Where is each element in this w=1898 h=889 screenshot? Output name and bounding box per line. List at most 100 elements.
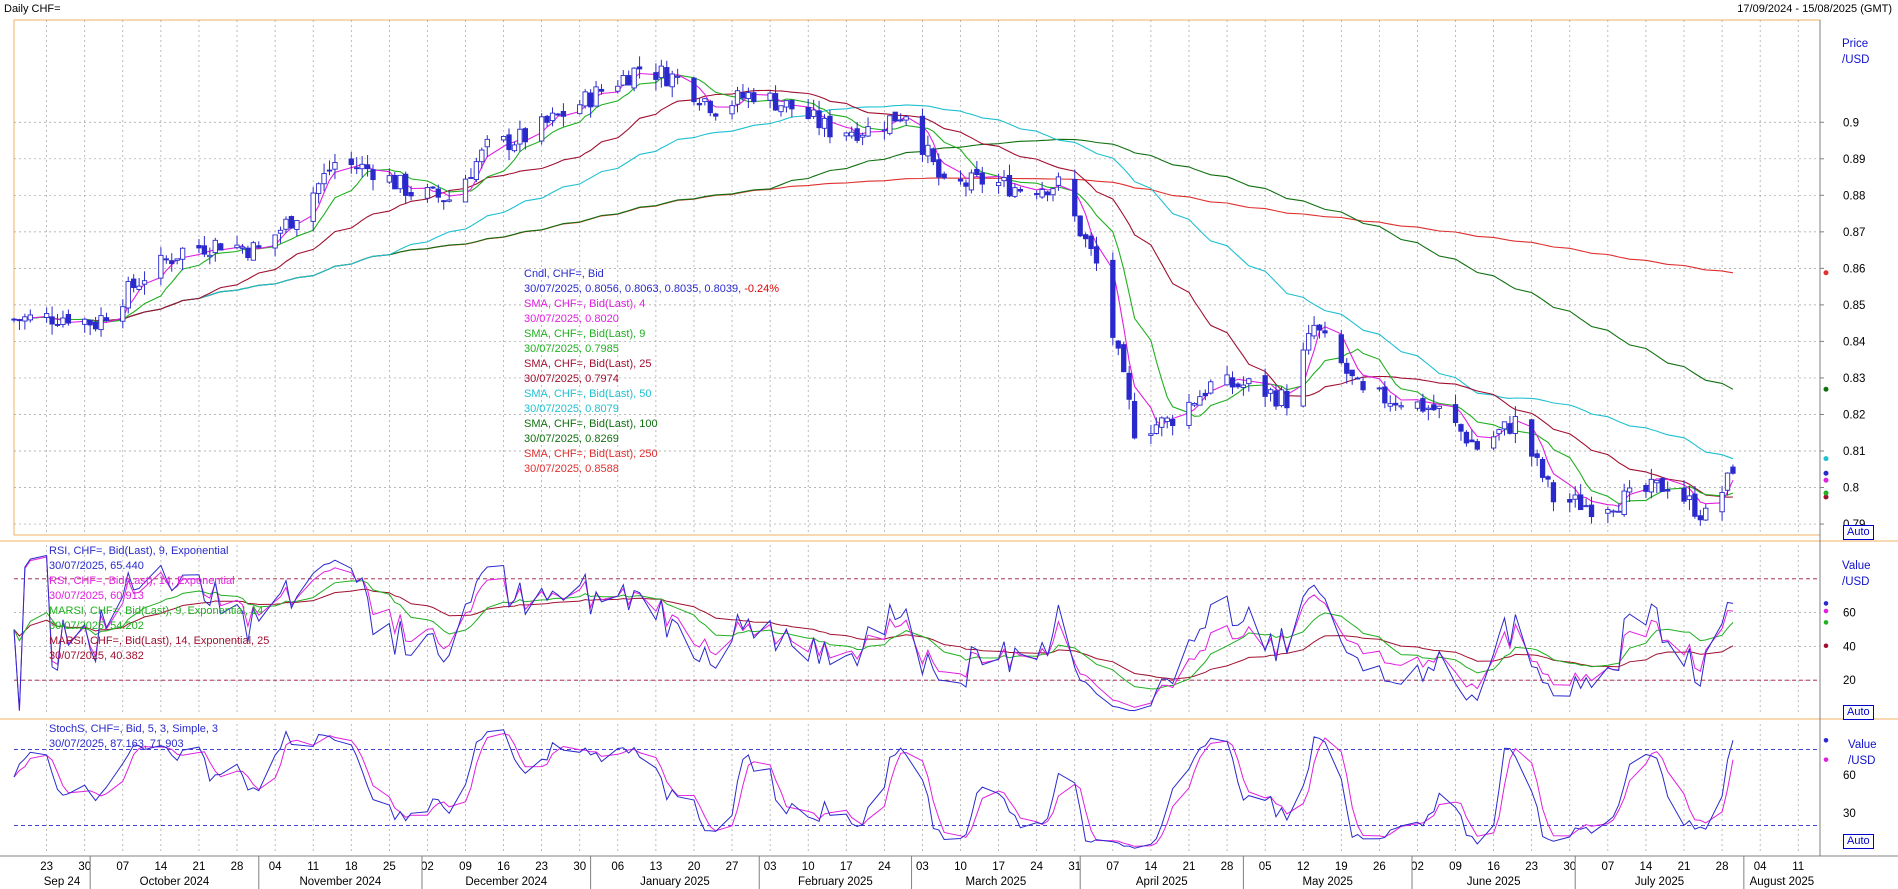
candle-body (1267, 389, 1274, 394)
candle-body (549, 112, 556, 122)
marsi-14-line (13, 588, 1734, 680)
candle-body (582, 91, 588, 107)
candle-body (903, 116, 909, 121)
rsi-legend-line: 30/07/2025, 40.382 (49, 649, 269, 664)
price-axis-unit: Price /USD (1842, 36, 1869, 68)
price-legend-change: -0.24% (741, 283, 780, 295)
candle-body (1643, 485, 1649, 492)
stoch-auto-button[interactable]: Auto (1843, 834, 1874, 849)
price-legend-line: SMA, CHF=, Bid(Last), 250 (524, 447, 779, 462)
candle-body (179, 247, 186, 260)
x-tick-label: 10 (802, 861, 815, 873)
candle-body (277, 229, 284, 234)
chart-canvas[interactable]: 23 30 07 14 21 28 04 11 18 25 02 09 16 23 30 06 13 20 27 03… (0, 0, 1898, 889)
candle-body (1730, 466, 1736, 474)
candle-body (169, 260, 175, 265)
rsi-legend-text: 30/07/2025, 65.440 (49, 560, 144, 572)
x-tick-label: 30 (78, 861, 91, 873)
rsi-auto-button[interactable]: Auto (1843, 705, 1874, 720)
candle-body (636, 66, 643, 70)
candle-body (930, 148, 936, 163)
x-tick-label: 26 (1373, 861, 1386, 873)
candle-body (1170, 418, 1176, 426)
candle-body (696, 102, 703, 106)
candle-body (555, 113, 561, 116)
candle-body (1088, 235, 1094, 250)
price-legend-line: 30/07/2025, 0.7985 (524, 342, 779, 357)
x-month-label: December 2024 (465, 876, 547, 888)
candle-body (1273, 390, 1279, 407)
candle-body (1534, 453, 1540, 458)
candle-body (1246, 378, 1252, 385)
rsi-legend-line: 30/07/2025, 60.913 (49, 589, 269, 604)
price-legend-line: SMA, CHF=, Bid(Last), 9 (524, 327, 779, 342)
x-tick-label: 09 (459, 861, 472, 873)
candle-body (1262, 375, 1268, 397)
candle-body (364, 164, 371, 170)
candle-body (974, 168, 980, 175)
candle-body (1034, 193, 1040, 195)
candle-body (963, 182, 969, 187)
candle-body (288, 216, 295, 229)
candle-body (707, 100, 713, 114)
stoch-y-tick-label: 60 (1843, 770, 1856, 782)
y-tick-label: 0.8 (1843, 483, 1859, 495)
x-month-label: June 2025 (1467, 876, 1521, 888)
rsi-legend-line: RSI, CHF=, Bid(Last), 14, Exponential (49, 574, 269, 589)
candle-body (1322, 330, 1328, 334)
rsi-y-tick-label: 20 (1843, 675, 1856, 687)
candle-body (936, 159, 942, 178)
candle-body (1006, 174, 1013, 197)
candle-body (1507, 423, 1513, 434)
stoch-k-line-marker (1823, 738, 1829, 743)
y-tick-label: 0.83 (1843, 373, 1865, 385)
candle-body (1463, 431, 1470, 444)
price-legend: Cndl, CHF=, Bid 30/07/2025, 0.8056, 0.806… (524, 267, 779, 477)
candle-body (234, 244, 240, 249)
candle-body (887, 115, 893, 134)
candle-body (141, 280, 148, 285)
candle-body (919, 115, 926, 155)
rsi-y-tick-label: 60 (1843, 608, 1856, 620)
candle-body (1572, 494, 1578, 500)
rsi-legend-line: 30/07/2025, 65.440 (49, 559, 269, 574)
sma-50-marker (1823, 456, 1829, 462)
candle-body (1284, 390, 1290, 409)
price-legend-text: SMA, CHF=, Bid(Last), 250 (524, 448, 658, 460)
candle-body (1224, 374, 1230, 386)
candle-body (1686, 495, 1693, 500)
candle-body (745, 92, 752, 99)
price-auto-button[interactable]: Auto (1843, 525, 1874, 540)
candle-body (294, 220, 300, 230)
x-tick-label: 14 (154, 861, 167, 873)
stoch-k-line (13, 729, 1734, 849)
candle-body (1703, 507, 1709, 521)
y-tick-label: 0.9 (1843, 117, 1859, 129)
x-tick-label: 13 (649, 861, 662, 873)
candle-body (658, 65, 664, 79)
x-tick-label: 24 (1030, 861, 1043, 873)
candle-body (1039, 188, 1045, 198)
candle-body (435, 188, 441, 198)
x-month-label: May 2025 (1302, 876, 1353, 888)
x-tick-label: 17 (992, 861, 1005, 873)
x-tick-label: 06 (611, 861, 624, 873)
stoch-axis-unit: Value /USD (1848, 737, 1877, 769)
rsi-axis-unit: Value /USD (1842, 558, 1871, 590)
x-tick-label: 04 (1754, 861, 1767, 873)
candle-body (702, 98, 708, 103)
price-legend-line: SMA, CHF=, Bid(Last), 4 (524, 297, 779, 312)
x-month-label: October 2024 (140, 876, 210, 888)
candle-body (348, 158, 354, 166)
candle-body (1093, 246, 1100, 264)
candle-body (587, 92, 594, 108)
price-unit-bottom: /USD (1842, 54, 1870, 66)
rsi-legend: RSI, CHF=, Bid(Last), 9, Exponential 30/0… (49, 544, 269, 664)
x-tick-label: 24 (878, 861, 891, 873)
x-tick-label: 07 (1601, 861, 1614, 873)
x-month-label: July 2025 (1635, 876, 1684, 888)
rsi-unit-top: Value (1842, 560, 1871, 572)
candle-body (783, 100, 790, 108)
candle-body (843, 132, 849, 137)
candle-body (462, 178, 469, 203)
